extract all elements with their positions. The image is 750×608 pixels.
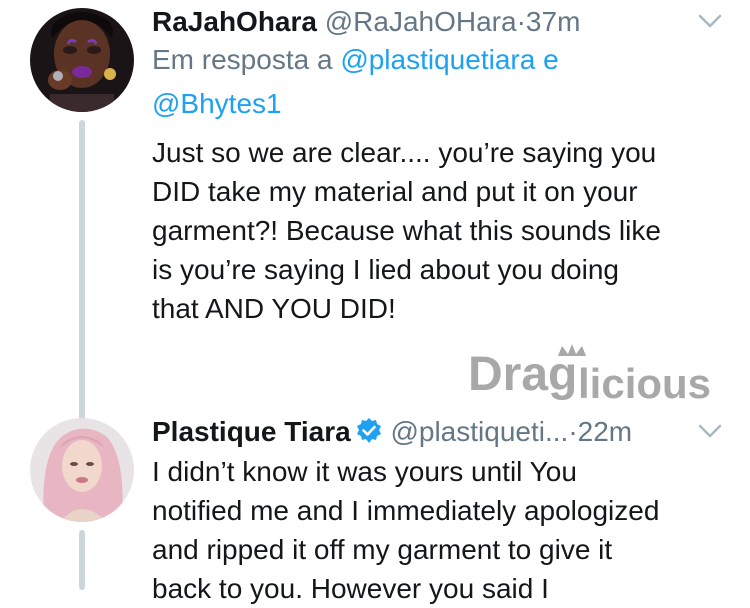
tweet-text-line: is you’re saying I lied about you doing (152, 254, 619, 285)
tweet-text: Just so we are clear.... you’re saying y… (152, 133, 742, 328)
tweet-plastiquetiara[interactable]: Plastique Tiara @plastiqueti...·22m I di… (0, 410, 750, 604)
reply-mention-plastiquetiara[interactable]: @plastiquetiara (340, 44, 535, 75)
watermark-logo: Drag licious (468, 344, 711, 407)
reply-context: Em resposta a @plastiquetiara e @Bhytes1 (152, 38, 712, 126)
avatar[interactable] (30, 418, 134, 522)
draglicious-watermark: Drag licious (468, 336, 723, 408)
tweet-text-line: that AND YOU DID! (152, 293, 396, 324)
tweet-header: RaJahOhara @RaJahOHara·37m (152, 4, 580, 40)
verified-badge-icon (356, 418, 381, 443)
thread-line (79, 530, 85, 590)
tweet-text-line: back to you. However you said I (152, 573, 549, 604)
tweet-header: Plastique Tiara @plastiqueti...·22m (152, 414, 632, 450)
separator-dot: · (516, 6, 526, 37)
chevron-down-icon[interactable] (697, 422, 723, 440)
chevron-down-icon[interactable] (697, 12, 723, 30)
reply-conjunction: e (543, 44, 559, 75)
tweet-text-line: garment?! Because what this sounds like (152, 215, 661, 246)
timestamp[interactable]: 22m (578, 416, 632, 447)
crown-icon (558, 344, 586, 356)
reply-mention-bhytes1[interactable]: @Bhytes1 (152, 88, 282, 119)
watermark-part2: licious (578, 360, 711, 407)
separator-dot: · (568, 416, 578, 447)
tweet-text-line: DID take my material and put it on your (152, 176, 638, 207)
timestamp[interactable]: 37m (526, 6, 580, 37)
tweet-text-line: Just so we are clear.... you’re saying y… (152, 137, 657, 168)
display-name[interactable]: RaJahOhara (152, 6, 317, 37)
tweet-text-line: notified me and I immediately apologized (152, 495, 660, 526)
display-name[interactable]: Plastique Tiara (152, 416, 351, 447)
tweet-text-line: and ripped it off my garment to give it (152, 534, 613, 565)
reply-prefix: Em resposta a (152, 44, 333, 75)
handle[interactable]: @plastiqueti... (390, 416, 568, 447)
thread-line (79, 120, 85, 420)
tweet-text: I didn’t know it was yours until You not… (152, 452, 742, 608)
avatar[interactable] (30, 8, 134, 112)
handle[interactable]: @RaJahOHara (325, 6, 517, 37)
tweet-text-line: I didn’t know it was yours until You (152, 456, 577, 487)
